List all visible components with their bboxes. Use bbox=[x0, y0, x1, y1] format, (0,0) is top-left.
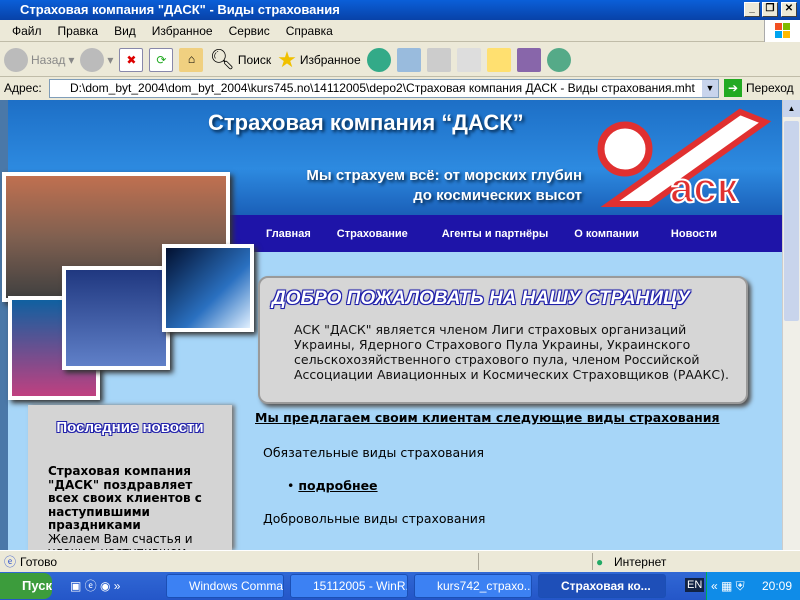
language-indicator[interactable]: EN bbox=[685, 578, 705, 592]
zone-text: Интернет bbox=[614, 554, 667, 569]
menu-help[interactable]: Справка bbox=[278, 24, 341, 38]
windows-logo-icon bbox=[764, 20, 800, 42]
welcome-title: ДОБРО ПОЖАЛОВАТЬ НА НАШУ СТРАНИЦУ bbox=[272, 288, 690, 309]
close-button[interactable]: ✕ bbox=[781, 2, 797, 17]
welcome-box: ДОБРО ПОЖАЛОВАТЬ НА НАШУ СТРАНИЦУ АСК "Д… bbox=[258, 276, 748, 404]
maximize-button[interactable]: ❐ bbox=[762, 2, 778, 17]
site-title: Страховая компания “ДАСК” bbox=[208, 110, 524, 135]
menu-bar: Файл Правка Вид Избранное Сервис Справка bbox=[0, 20, 800, 42]
nav-agents[interactable]: Агенты и партнёры bbox=[442, 228, 549, 240]
address-label: Адрес: bbox=[4, 81, 42, 95]
edit-icon[interactable] bbox=[456, 47, 481, 72]
start-button[interactable]: Пуск bbox=[0, 573, 52, 599]
news-title: Последние новости bbox=[56, 419, 204, 436]
address-input[interactable]: D:\dom_byt_2004\dom_byt_2004\kurs745.no\… bbox=[49, 79, 719, 98]
nav-home[interactable]: Главная bbox=[266, 228, 311, 240]
quick-launch-icons[interactable]: ▣ ⓔ ◉ » bbox=[70, 577, 121, 594]
page-viewport: Страховая компания “ДАСК” Мы страхуем вс… bbox=[0, 100, 782, 550]
page-frame bbox=[0, 100, 8, 550]
print-icon[interactable] bbox=[426, 47, 451, 72]
status-divider bbox=[592, 553, 593, 570]
menu-view[interactable]: Вид bbox=[106, 24, 144, 38]
nav-about[interactable]: О компании bbox=[574, 228, 639, 240]
airplane-photo bbox=[62, 266, 170, 370]
refresh-icon[interactable]: ⟳ bbox=[149, 47, 174, 72]
address-bar: Адрес: D:\dom_byt_2004\dom_byt_2004\kurs… bbox=[0, 77, 800, 99]
research-icon[interactable] bbox=[516, 47, 541, 72]
main-nav: Главная Страхование Агенты и партнёры О … bbox=[230, 215, 782, 252]
news-column: Последние новости Страховая компания "ДА… bbox=[28, 405, 232, 550]
menu-edit[interactable]: Правка bbox=[50, 24, 107, 38]
mail-icon[interactable] bbox=[396, 47, 421, 72]
status-text: Готово bbox=[20, 554, 58, 569]
system-tray: « ▦ ⛨ 20:09 bbox=[706, 572, 800, 600]
menu-tools[interactable]: Сервис bbox=[221, 24, 278, 38]
nav-insurance[interactable]: Страхование bbox=[337, 228, 408, 240]
clock: 20:09 bbox=[761, 579, 792, 593]
offer-heading: Мы предлагаем своим клиентам следующие в… bbox=[255, 410, 720, 425]
status-divider bbox=[478, 553, 479, 570]
news-headline: Страховая компания "ДАСК" поздравляет вс… bbox=[48, 464, 202, 532]
address-dropdown-button[interactable]: ▼ bbox=[702, 80, 718, 97]
task-browser-active[interactable]: Страховая ко... bbox=[538, 574, 666, 598]
voluntary-heading: Добровольные виды страхования bbox=[263, 511, 486, 526]
vertical-scrollbar[interactable]: ▲ bbox=[782, 100, 800, 550]
taskbar: Пуск ▣ ⓔ ◉ » Windows Comma... 15112005 -… bbox=[0, 572, 800, 600]
svg-text:аск: аск bbox=[670, 164, 739, 211]
satellite-photo bbox=[162, 244, 254, 332]
search-button[interactable]: 🔍︎ Поиск bbox=[209, 47, 271, 72]
news-text: Желаем Вам счастья и удачи в наступившем… bbox=[48, 531, 193, 550]
go-button[interactable]: ➔ Переход bbox=[724, 79, 794, 97]
welcome-text: АСК "ДАСК" является членом Лиги страховы… bbox=[294, 322, 729, 382]
globe-icon: ● bbox=[596, 554, 604, 569]
title-bar: Страховая компания "ДАСК" - Виды страхов… bbox=[0, 0, 800, 20]
status-bar: ⓔ Готово ● Интернет bbox=[0, 550, 800, 572]
toolbar: Назад ▾ ▾ ✖ ⟳ ⌂ 🔍︎ Поиск ★ Избранное bbox=[0, 43, 800, 77]
note-icon[interactable] bbox=[486, 47, 511, 72]
forward-button[interactable]: ▾ bbox=[80, 47, 113, 72]
back-arrow-icon bbox=[4, 47, 28, 72]
favorites-button[interactable]: ★ Избранное bbox=[277, 47, 361, 73]
back-button[interactable]: Назад ▾ bbox=[4, 47, 74, 72]
nav-news[interactable]: Новости bbox=[671, 228, 717, 240]
task-winrar[interactable]: 15112005 - WinR... bbox=[290, 574, 408, 598]
home-icon[interactable]: ⌂ bbox=[179, 47, 204, 72]
tray-icons[interactable]: « ▦ ⛨ bbox=[707, 572, 745, 600]
forward-arrow-icon bbox=[80, 47, 105, 72]
history-icon[interactable] bbox=[366, 47, 391, 72]
stop-icon[interactable]: ✖ bbox=[119, 47, 144, 72]
dask-logo: аск bbox=[597, 108, 772, 212]
menu-file[interactable]: Файл bbox=[4, 24, 50, 38]
scrollbar-thumb[interactable] bbox=[784, 121, 799, 321]
window-title: Страховая компания "ДАСК" - Виды страхов… bbox=[20, 2, 340, 17]
more-link[interactable]: подробнее bbox=[298, 478, 377, 493]
page-icon: ⓔ bbox=[4, 555, 17, 569]
main-content: Мы предлагаем своим клиентам следующие в… bbox=[255, 410, 775, 526]
task-word[interactable]: kurs742_страхо... bbox=[414, 574, 532, 598]
go-arrow-icon: ➔ bbox=[724, 79, 742, 97]
mandatory-heading: Обязательные виды страхования bbox=[263, 445, 485, 460]
minimize-button[interactable]: _ bbox=[744, 2, 760, 17]
messenger-icon[interactable] bbox=[546, 47, 571, 72]
search-icon: 🔍︎ bbox=[209, 49, 235, 71]
star-icon: ★ bbox=[277, 46, 297, 72]
menu-favorites[interactable]: Избранное bbox=[144, 24, 221, 38]
site-slogan: Мы страхуем всё: от морских глубин до кос… bbox=[306, 167, 582, 204]
task-windows-commander[interactable]: Windows Comma... bbox=[166, 574, 284, 598]
